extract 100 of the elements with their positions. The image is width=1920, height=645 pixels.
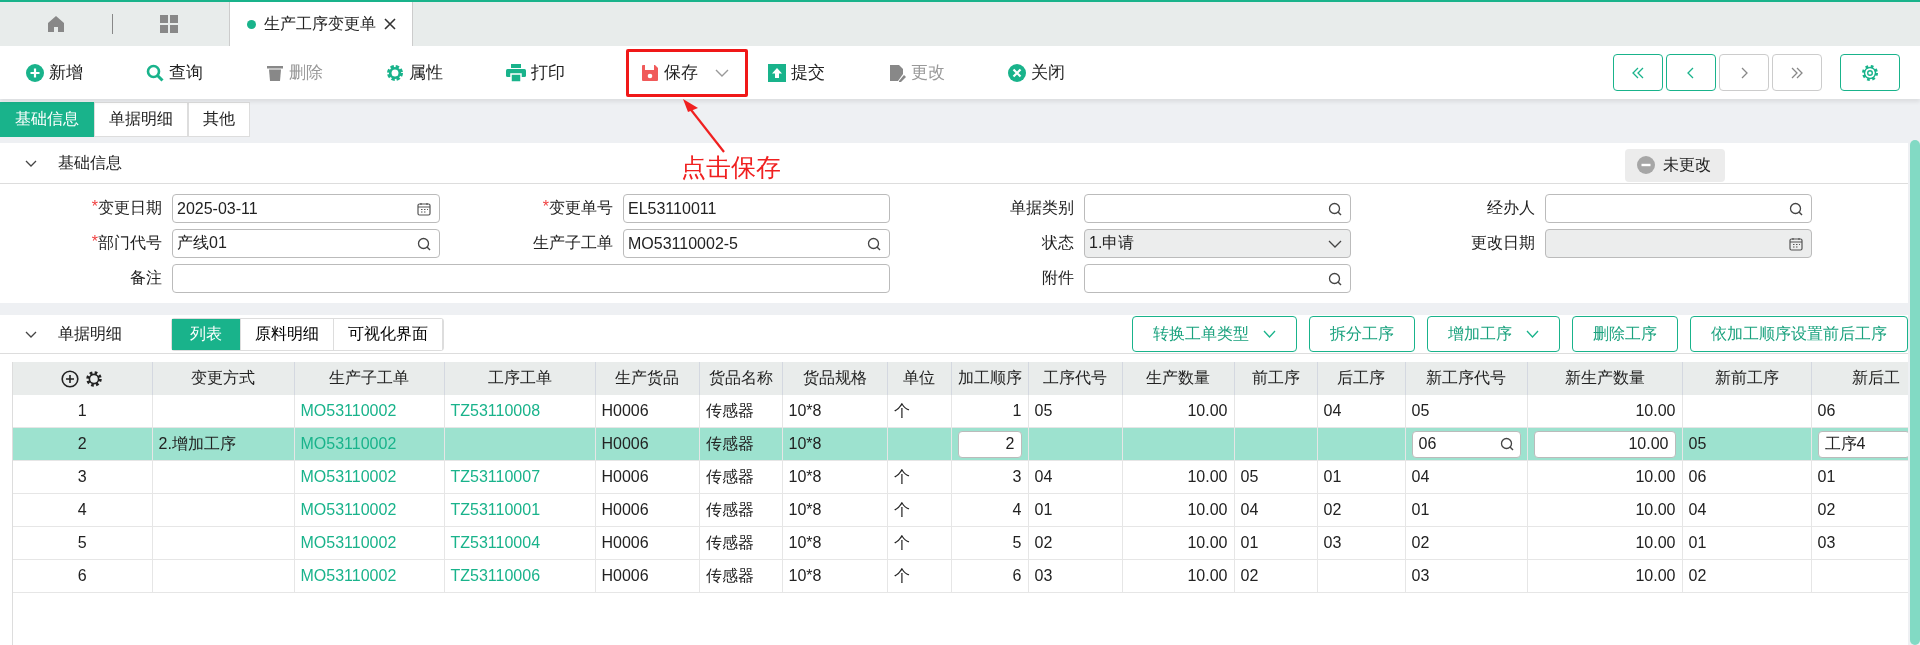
table-cell: 04 bbox=[1240, 501, 1259, 518]
table-cell: 02 bbox=[1688, 567, 1707, 584]
row-number: 3 bbox=[77, 468, 87, 485]
search-icon bbox=[867, 236, 881, 251]
search-icon bbox=[1328, 271, 1342, 286]
add-circle-icon[interactable] bbox=[61, 369, 80, 388]
minus-circle-icon bbox=[1637, 156, 1655, 174]
table-cell: 传感器 bbox=[705, 467, 754, 485]
annotation-text: 点击保存 bbox=[681, 152, 781, 183]
double-chevron-right-icon bbox=[1790, 65, 1804, 80]
document-tab[interactable]: 生产工序变更单 bbox=[229, 2, 413, 46]
cell-input[interactable]: 10.00 bbox=[1533, 430, 1676, 458]
table-cell: 05 bbox=[1411, 402, 1430, 419]
close-icon bbox=[1008, 63, 1026, 82]
toolbar-button[interactable]: 新增 bbox=[26, 48, 146, 97]
input-field[interactable]: MO53110002-5 bbox=[623, 229, 890, 258]
table-cell: H0006 bbox=[601, 567, 649, 584]
field-label: 附件 bbox=[1042, 268, 1074, 288]
input-field[interactable]: 2025-03-11 bbox=[172, 194, 440, 223]
column-header: 货品名称 bbox=[708, 369, 773, 386]
table-cell: 传感器 bbox=[705, 500, 754, 518]
input-field[interactable] bbox=[1084, 194, 1351, 223]
input-field[interactable] bbox=[1084, 264, 1351, 293]
gear-icon[interactable] bbox=[85, 369, 104, 388]
field-label: 变更日期 bbox=[98, 198, 162, 218]
cell-input[interactable]: 2 bbox=[957, 430, 1022, 458]
field-label: 更改日期 bbox=[1471, 233, 1535, 253]
section-tab[interactable]: 其他 bbox=[188, 102, 250, 137]
scrollbar-thumb[interactable] bbox=[1910, 140, 1920, 645]
toolbar-button[interactable]: 打印 bbox=[506, 48, 626, 97]
field-label: 变更单号 bbox=[549, 198, 613, 218]
table-cell: 10*8 bbox=[788, 468, 822, 485]
table-cell: 10.00 bbox=[1635, 402, 1676, 419]
column-header: 生产货品 bbox=[615, 369, 679, 386]
table-cell: 1 bbox=[1012, 402, 1022, 419]
table-cell: 02 bbox=[1323, 501, 1342, 518]
table-cell: 02 bbox=[1034, 534, 1053, 551]
column-header: 生产子工单 bbox=[329, 369, 409, 386]
toolbar-button[interactable]: 提交 bbox=[768, 48, 888, 97]
toolbar-button[interactable]: 保存 bbox=[626, 48, 748, 97]
toolbar-button[interactable]: 关闭 bbox=[1008, 48, 1128, 97]
table-cell: 03 bbox=[1411, 567, 1430, 584]
column-header: 单位 bbox=[903, 369, 935, 386]
table-cell: 04 bbox=[1034, 468, 1053, 485]
table-cell: 10*8 bbox=[788, 402, 822, 419]
printer-icon bbox=[506, 63, 526, 82]
settings-button[interactable] bbox=[1840, 54, 1900, 91]
table-cell: H0006 bbox=[601, 402, 649, 419]
section-tab[interactable]: 单据明细 bbox=[94, 102, 188, 137]
toolbar-button[interactable]: 查询 bbox=[146, 48, 266, 97]
table-cell: 传感器 bbox=[705, 434, 754, 452]
cell-input[interactable]: 工序4 bbox=[1817, 430, 1908, 458]
table-cell: 04 bbox=[1323, 402, 1342, 419]
table-cell: 10*8 bbox=[788, 501, 822, 518]
table-cell: 10.00 bbox=[1187, 534, 1228, 551]
toolbar-button[interactable]: 属性 bbox=[386, 48, 506, 97]
calendar-icon bbox=[417, 201, 431, 216]
field-label: 单据类别 bbox=[1010, 198, 1074, 218]
table-cell: 01 bbox=[1411, 501, 1430, 518]
table-row[interactable]: 2 2.增加工序 MO53110002 H0006 传感器 10*8 2 06 10.00 05 工序4 bbox=[13, 427, 1908, 461]
table-cell: 10.00 bbox=[1635, 534, 1676, 551]
input-field[interactable] bbox=[1545, 194, 1812, 223]
search-icon bbox=[1499, 437, 1514, 451]
table-cell: 02 bbox=[1240, 567, 1259, 584]
floppy-icon bbox=[641, 63, 659, 82]
home-icon bbox=[46, 14, 66, 34]
row-number: 6 bbox=[77, 567, 87, 584]
table-cell: 个 bbox=[893, 467, 910, 485]
table-cell: 01 bbox=[1034, 501, 1053, 518]
input-field[interactable] bbox=[172, 264, 890, 293]
pager-button[interactable] bbox=[1666, 54, 1716, 91]
section-title: 基础信息 bbox=[58, 152, 122, 173]
table-cell: 个 bbox=[893, 566, 910, 584]
pager-button[interactable] bbox=[1613, 54, 1663, 91]
close-icon[interactable] bbox=[383, 18, 396, 30]
table-cell: 个 bbox=[893, 500, 910, 518]
table-cell: 02 bbox=[1817, 501, 1836, 518]
table-cell: H0006 bbox=[601, 468, 649, 485]
table-cell: 个 bbox=[893, 533, 910, 551]
tab-title: 生产工序变更单 bbox=[263, 13, 376, 34]
column-header: 货品规格 bbox=[802, 369, 867, 386]
table-cell: 4 bbox=[1012, 501, 1022, 518]
field-label: 生产子工单 bbox=[533, 233, 613, 253]
status-dot-icon bbox=[246, 19, 256, 29]
table-cell: 10.00 bbox=[1187, 501, 1228, 518]
input-field[interactable]: 产线01 bbox=[172, 229, 440, 258]
input-field[interactable]: EL53110011 bbox=[623, 194, 890, 223]
caret-icon bbox=[715, 68, 729, 77]
upload-icon bbox=[768, 63, 786, 82]
table-cell: 传感器 bbox=[705, 533, 754, 551]
cell-input[interactable]: 06 bbox=[1411, 430, 1521, 458]
row-number: 1 bbox=[77, 402, 87, 419]
gear-icon bbox=[386, 63, 404, 82]
table-cell: 10.00 bbox=[1635, 468, 1676, 485]
column-header: 新工序代号 bbox=[1426, 369, 1506, 386]
table-cell: 04 bbox=[1411, 468, 1430, 485]
column-header: 生产数量 bbox=[1146, 369, 1210, 386]
double-chevron-left-icon bbox=[1631, 65, 1645, 80]
table-cell: H0006 bbox=[601, 435, 649, 452]
column-header: 新前工序 bbox=[1714, 369, 1779, 386]
